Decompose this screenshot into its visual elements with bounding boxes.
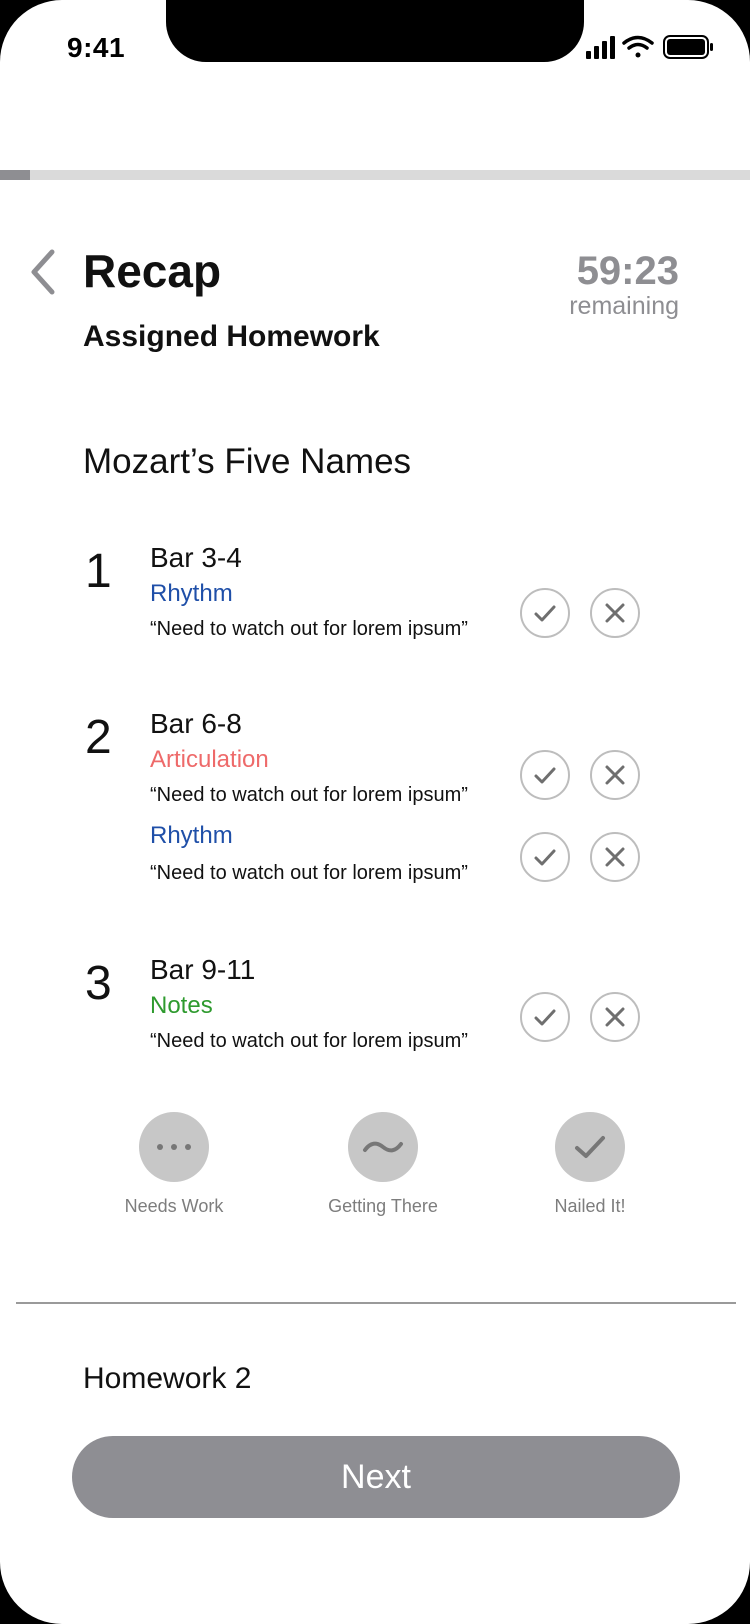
close-icon — [605, 603, 625, 623]
item-number: 1 — [85, 545, 112, 598]
mark-done-button[interactable] — [520, 832, 570, 882]
note-comment: “Need to watch out for lorem ipsum” — [150, 1030, 468, 1052]
mark-not-done-button[interactable] — [590, 750, 640, 800]
progress-bar — [0, 170, 750, 180]
mark-not-done-button[interactable] — [590, 992, 640, 1042]
close-icon — [605, 847, 625, 867]
next-button[interactable]: Next — [72, 1436, 680, 1518]
piece-title: Mozart’s Five Names — [83, 442, 412, 481]
phone-screen: 9:41 Recap Assigned Homework 59:23 remai… — [0, 0, 750, 1624]
more-dots-icon — [139, 1112, 209, 1182]
bar-range: Bar 3-4 — [150, 542, 242, 573]
mark-done-button[interactable] — [520, 750, 570, 800]
bar-range: Bar 9-11 — [150, 954, 256, 985]
category-label: Rhythm — [150, 822, 233, 849]
close-icon — [605, 765, 625, 785]
status-time: 9:41 — [67, 32, 126, 63]
mark-done-button[interactable] — [520, 588, 570, 638]
rating-getting-there[interactable]: Getting There — [283, 1112, 483, 1217]
category-label: Rhythm — [150, 580, 233, 607]
item-number: 3 — [85, 957, 112, 1010]
tilde-icon — [348, 1112, 418, 1182]
note-comment: “Need to watch out for lorem ipsum” — [150, 784, 468, 806]
note-comment: “Need to watch out for lorem ipsum” — [150, 862, 468, 884]
page-subtitle: Assigned Homework — [83, 320, 380, 353]
next-homework-title: Homework 2 — [83, 1362, 252, 1395]
category-label: Notes — [150, 992, 213, 1019]
checkmark-icon — [534, 767, 556, 784]
countdown-timer: 59:23 remaining — [569, 250, 679, 321]
timer-caption: remaining — [569, 292, 679, 320]
status-icons — [586, 35, 713, 59]
rating-label: Needs Work — [124, 1196, 224, 1216]
device-notch — [166, 0, 584, 62]
back-chevron-icon[interactable] — [26, 248, 60, 296]
timer-value: 59:23 — [576, 249, 679, 293]
checkmark-icon — [555, 1112, 625, 1182]
item-number: 2 — [85, 711, 112, 764]
section-divider — [16, 1302, 736, 1304]
rating-needs-work[interactable]: Needs Work — [74, 1112, 274, 1217]
bar-range: Bar 6-8 — [150, 708, 242, 739]
close-icon — [605, 1007, 625, 1027]
rating-label: Nailed It! — [554, 1196, 626, 1216]
signal-icon — [586, 36, 615, 59]
category-label: Articulation — [150, 746, 269, 773]
wifi-icon — [622, 35, 654, 58]
mark-not-done-button[interactable] — [590, 588, 640, 638]
progress-fill — [0, 170, 30, 180]
rating-label: Getting There — [328, 1196, 438, 1216]
mark-not-done-button[interactable] — [590, 832, 640, 882]
checkmark-icon — [534, 1009, 556, 1026]
note-comment: “Need to watch out for lorem ipsum” — [150, 618, 468, 640]
mark-done-button[interactable] — [520, 992, 570, 1042]
battery-icon — [663, 35, 713, 59]
checkmark-icon — [534, 605, 556, 622]
page-title: Recap — [83, 245, 222, 297]
checkmark-icon — [534, 849, 556, 866]
rating-nailed-it[interactable]: Nailed It! — [490, 1112, 690, 1217]
